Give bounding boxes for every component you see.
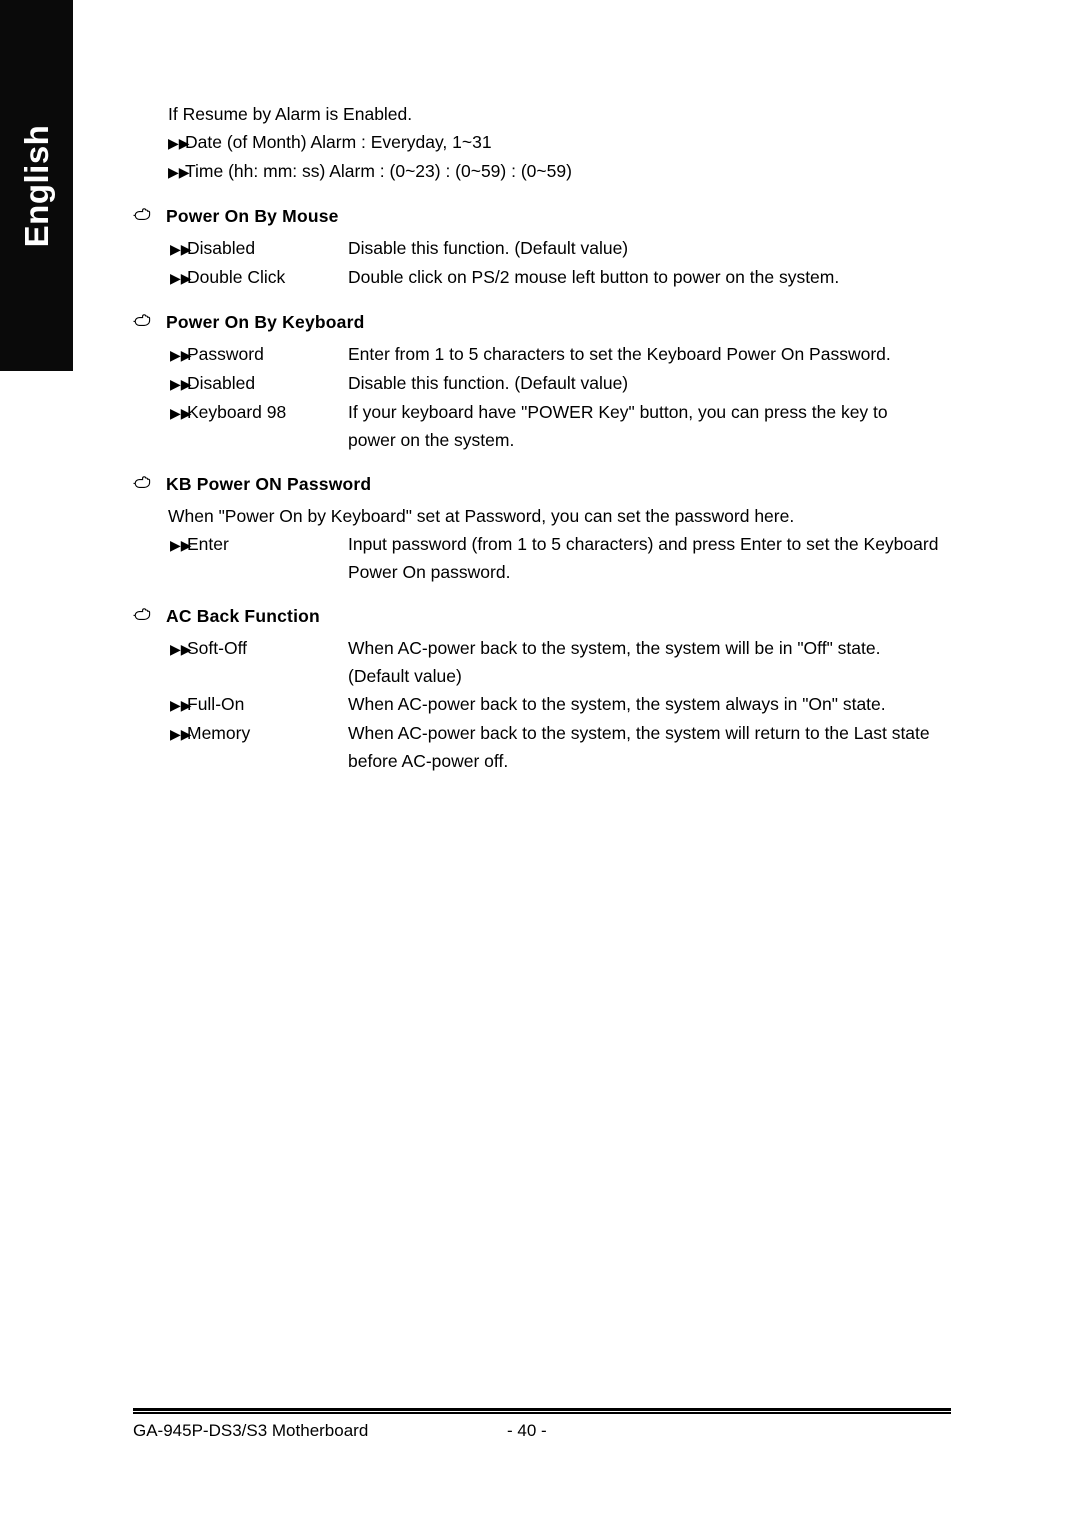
footer-product-name: GA-945P-DS3/S3 Motherboard bbox=[133, 1421, 369, 1440]
option-row: ▶▶Enter Input password (from 1 to 5 chara… bbox=[133, 530, 953, 586]
option-label: ▶▶Soft-Off bbox=[133, 634, 348, 663]
double-triangle-icon: ▶▶ bbox=[170, 270, 192, 286]
manual-section: Power On By Mouse ▶▶Disabled Disable this … bbox=[133, 202, 953, 292]
intro-item-label: Time (hh: mm: ss) Alarm : (0~23) : (0~59… bbox=[185, 161, 572, 181]
double-triangle-icon: ▶▶ bbox=[170, 376, 192, 392]
footer-row: GA-945P-DS3/S3 Motherboard - 40 - bbox=[133, 1417, 951, 1447]
option-description: Disable this function. (Default value) bbox=[348, 234, 953, 262]
section-heading: Power On By Mouse bbox=[133, 202, 953, 228]
option-label: ▶▶Full-On bbox=[133, 690, 348, 719]
option-description: Input password (from 1 to 5 characters) … bbox=[348, 530, 953, 586]
double-triangle-icon: ▶▶ bbox=[170, 347, 192, 363]
footer-page-number: - 40 - bbox=[507, 1421, 547, 1440]
option-label: ▶▶Enter bbox=[133, 530, 348, 559]
manual-section: Power On By Keyboard ▶▶Password Enter from… bbox=[133, 308, 953, 454]
pointing-hand-icon bbox=[133, 202, 166, 222]
pointing-hand-icon bbox=[133, 308, 166, 328]
option-label: ▶▶Memory bbox=[133, 719, 348, 748]
section-note: When "Power On by Keyboard" set at Passw… bbox=[168, 506, 795, 526]
option-label: ▶▶Keyboard 98 bbox=[133, 398, 348, 427]
double-triangle-icon: ▶▶ bbox=[170, 641, 192, 657]
option-description-line: Disable this function. (Default value) bbox=[348, 238, 629, 258]
option-description-line: When AC-power back to the system, the sy… bbox=[348, 638, 881, 658]
option-description-line: Double click on PS/2 mouse left button t… bbox=[348, 267, 840, 287]
option-row: ▶▶Disabled Disable this function. (Defaul… bbox=[133, 234, 953, 263]
option-label-text: Double Click bbox=[187, 267, 286, 287]
pointing-hand-icon bbox=[133, 470, 166, 490]
option-label: ▶▶Disabled bbox=[133, 234, 348, 263]
option-description: Enter from 1 to 5 characters to set the … bbox=[348, 340, 953, 368]
manual-page: English If Resume by Alarm is Enabled. ▶… bbox=[0, 0, 1080, 1529]
section-heading: KB Power ON Password bbox=[133, 470, 953, 496]
option-row: ▶▶Keyboard 98 If your keyboard have "POWE… bbox=[133, 398, 953, 454]
intro-item-label: Date (of Month) Alarm : Everyday, 1~31 bbox=[185, 132, 492, 152]
option-description: When AC-power back to the system, the sy… bbox=[348, 719, 953, 775]
option-description: When AC-power back to the system, the sy… bbox=[348, 690, 953, 718]
option-description-line: Enter from 1 to 5 characters to set the … bbox=[348, 344, 891, 364]
option-description-line: If your keyboard have "POWER Key" button… bbox=[348, 402, 888, 422]
intro-block: If Resume by Alarm is Enabled. ▶▶Date (o… bbox=[133, 100, 953, 186]
footer-rule-thin bbox=[133, 1412, 951, 1414]
intro-lead: If Resume by Alarm is Enabled. bbox=[168, 104, 413, 124]
sections-container: Power On By Mouse ▶▶Disabled Disable this … bbox=[133, 202, 953, 775]
page-footer: GA-945P-DS3/S3 Motherboard - 40 - bbox=[133, 1408, 951, 1447]
section-title: KB Power ON Password bbox=[166, 474, 372, 494]
option-label-text: Enter bbox=[187, 534, 229, 554]
option-label: ▶▶Password bbox=[133, 340, 348, 369]
manual-section: KB Power ON Password When "Power On by Ke… bbox=[133, 470, 953, 586]
section-title: Power On By Keyboard bbox=[166, 312, 365, 332]
option-description-line: When AC-power back to the system, the sy… bbox=[348, 694, 886, 714]
option-label-text: Keyboard 98 bbox=[187, 402, 287, 422]
option-description: When AC-power back to the system, the sy… bbox=[348, 634, 953, 690]
option-label-text: Memory bbox=[187, 723, 251, 743]
option-label: ▶▶Double Click bbox=[133, 263, 348, 292]
section-heading: Power On By Keyboard bbox=[133, 308, 953, 334]
intro-item: ▶▶Date (of Month) Alarm : Everyday, 1~31 bbox=[168, 128, 953, 157]
option-description: Double click on PS/2 mouse left button t… bbox=[348, 263, 953, 291]
option-label: ▶▶Disabled bbox=[133, 369, 348, 398]
option-description-line: Disable this function. (Default value) bbox=[348, 373, 629, 393]
option-description-line: Power On password. bbox=[348, 562, 511, 582]
double-triangle-icon: ▶▶ bbox=[168, 135, 190, 151]
option-description-line: When AC-power back to the system, the sy… bbox=[348, 723, 930, 743]
option-row: ▶▶Disabled Disable this function. (Defaul… bbox=[133, 369, 953, 398]
option-description-line: (Default value) bbox=[348, 666, 462, 686]
option-description: Disable this function. (Default value) bbox=[348, 369, 953, 397]
option-description-line: Input password (from 1 to 5 characters) … bbox=[348, 534, 939, 554]
double-triangle-icon: ▶▶ bbox=[168, 164, 190, 180]
double-triangle-icon: ▶▶ bbox=[170, 241, 192, 257]
option-row: ▶▶Full-On When AC-power back to the syste… bbox=[133, 690, 953, 719]
option-row: ▶▶Password Enter from 1 to 5 characters t… bbox=[133, 340, 953, 369]
option-description-line: before AC-power off. bbox=[348, 751, 509, 771]
option-label-text: Full-On bbox=[187, 694, 245, 714]
page-content: If Resume by Alarm is Enabled. ▶▶Date (o… bbox=[133, 100, 953, 775]
section-title: AC Back Function bbox=[166, 606, 320, 626]
option-description: If your keyboard have "POWER Key" button… bbox=[348, 398, 953, 454]
double-triangle-icon: ▶▶ bbox=[170, 726, 192, 742]
option-label-text: Password bbox=[187, 344, 264, 364]
section-title: Power On By Mouse bbox=[166, 206, 339, 226]
option-row: ▶▶Double Click Double click on PS/2 mouse… bbox=[133, 263, 953, 292]
option-row: ▶▶Soft-Off When AC-power back to the syst… bbox=[133, 634, 953, 690]
intro-item: ▶▶Time (hh: mm: ss) Alarm : (0~23) : (0~… bbox=[168, 157, 953, 186]
option-label-text: Disabled bbox=[187, 373, 256, 393]
option-label-text: Disabled bbox=[187, 238, 256, 258]
option-description-line: power on the system. bbox=[348, 430, 515, 450]
language-tab: English bbox=[0, 0, 73, 371]
double-triangle-icon: ▶▶ bbox=[170, 405, 192, 421]
section-heading: AC Back Function bbox=[133, 602, 953, 628]
language-tab-label: English bbox=[17, 124, 55, 247]
pointing-hand-icon bbox=[133, 602, 166, 622]
double-triangle-icon: ▶▶ bbox=[170, 697, 192, 713]
manual-section: AC Back Function ▶▶Soft-Off When AC-power … bbox=[133, 602, 953, 775]
option-label-text: Soft-Off bbox=[187, 638, 247, 658]
double-triangle-icon: ▶▶ bbox=[170, 537, 192, 553]
option-row: ▶▶Memory When AC-power back to the system… bbox=[133, 719, 953, 775]
